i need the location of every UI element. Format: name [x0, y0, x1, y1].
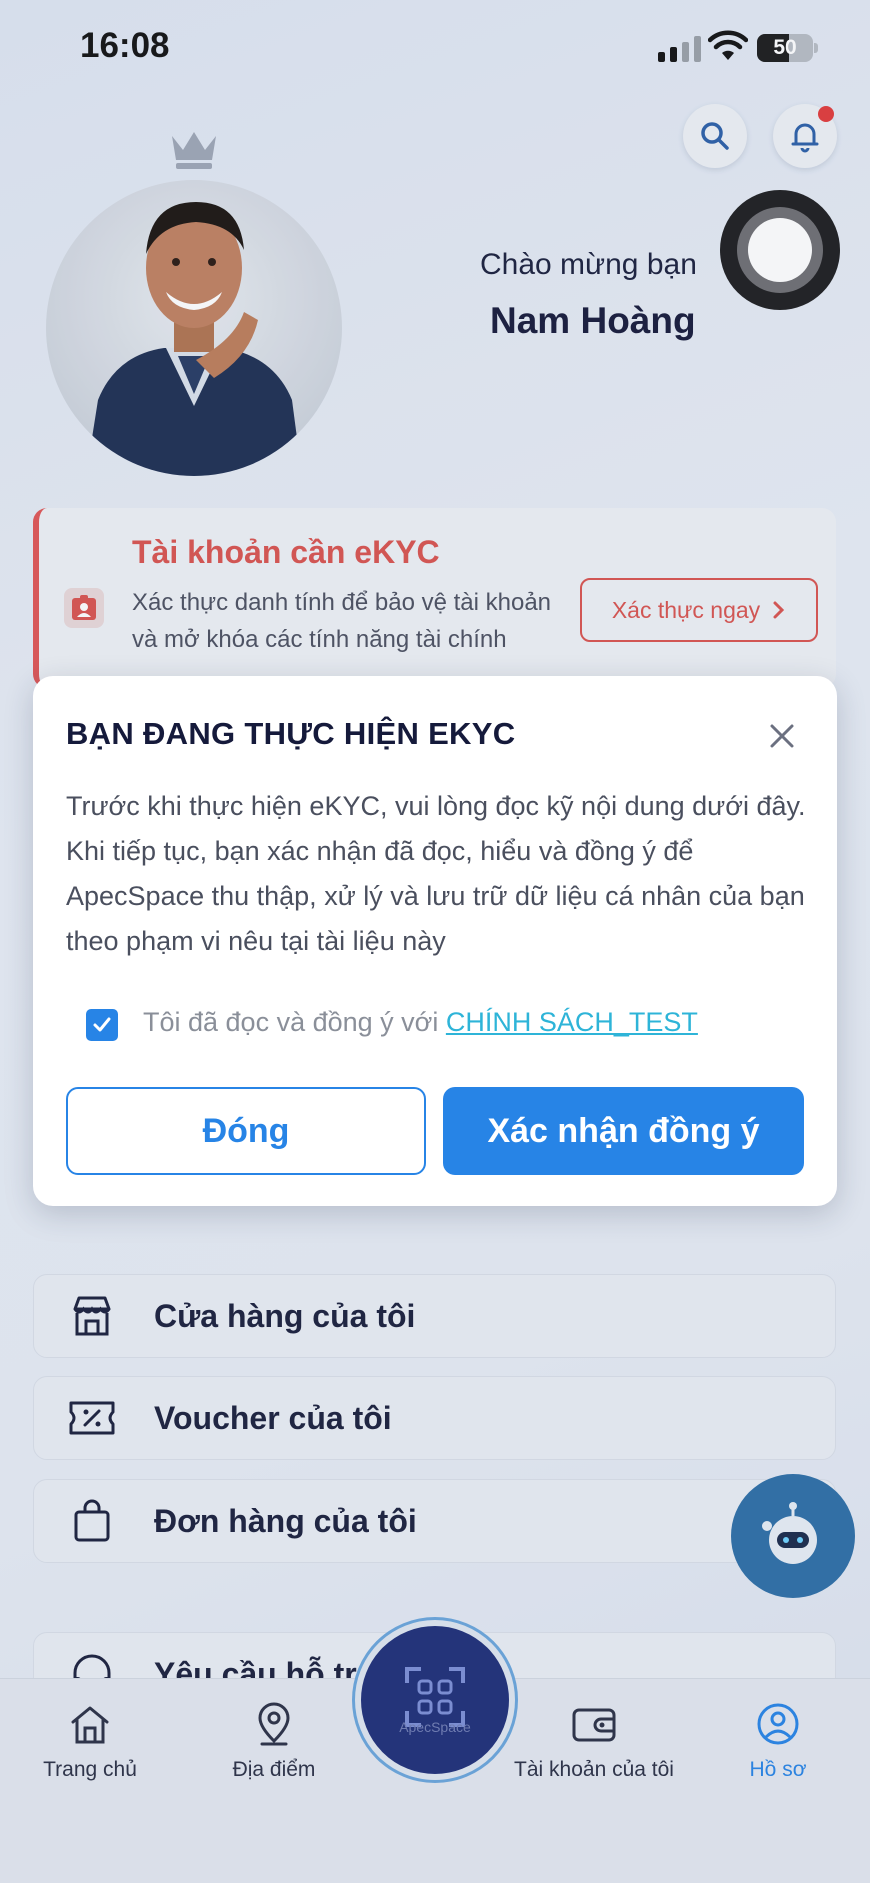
modal-title: BẠN ĐANG THỰC HIỆN EKYC — [66, 716, 516, 751]
close-modal-button[interactable]: Đóng — [66, 1087, 426, 1175]
close-button[interactable] — [762, 716, 802, 756]
agree-label: Tôi đã đọc và đồng ý với CHÍNH SÁCH_TEST — [143, 1007, 698, 1038]
policy-link[interactable]: CHÍNH SÁCH_TEST — [446, 1007, 698, 1037]
agree-text: Tôi đã đọc và đồng ý với — [143, 1007, 446, 1037]
close-icon — [770, 724, 794, 748]
agree-checkbox[interactable] — [86, 1009, 118, 1041]
confirm-agree-button[interactable]: Xác nhận đồng ý — [443, 1087, 804, 1175]
modal-body-text: Trước khi thực hiện eKYC, vui lòng đọc k… — [66, 791, 806, 956]
check-icon — [93, 1017, 111, 1032]
